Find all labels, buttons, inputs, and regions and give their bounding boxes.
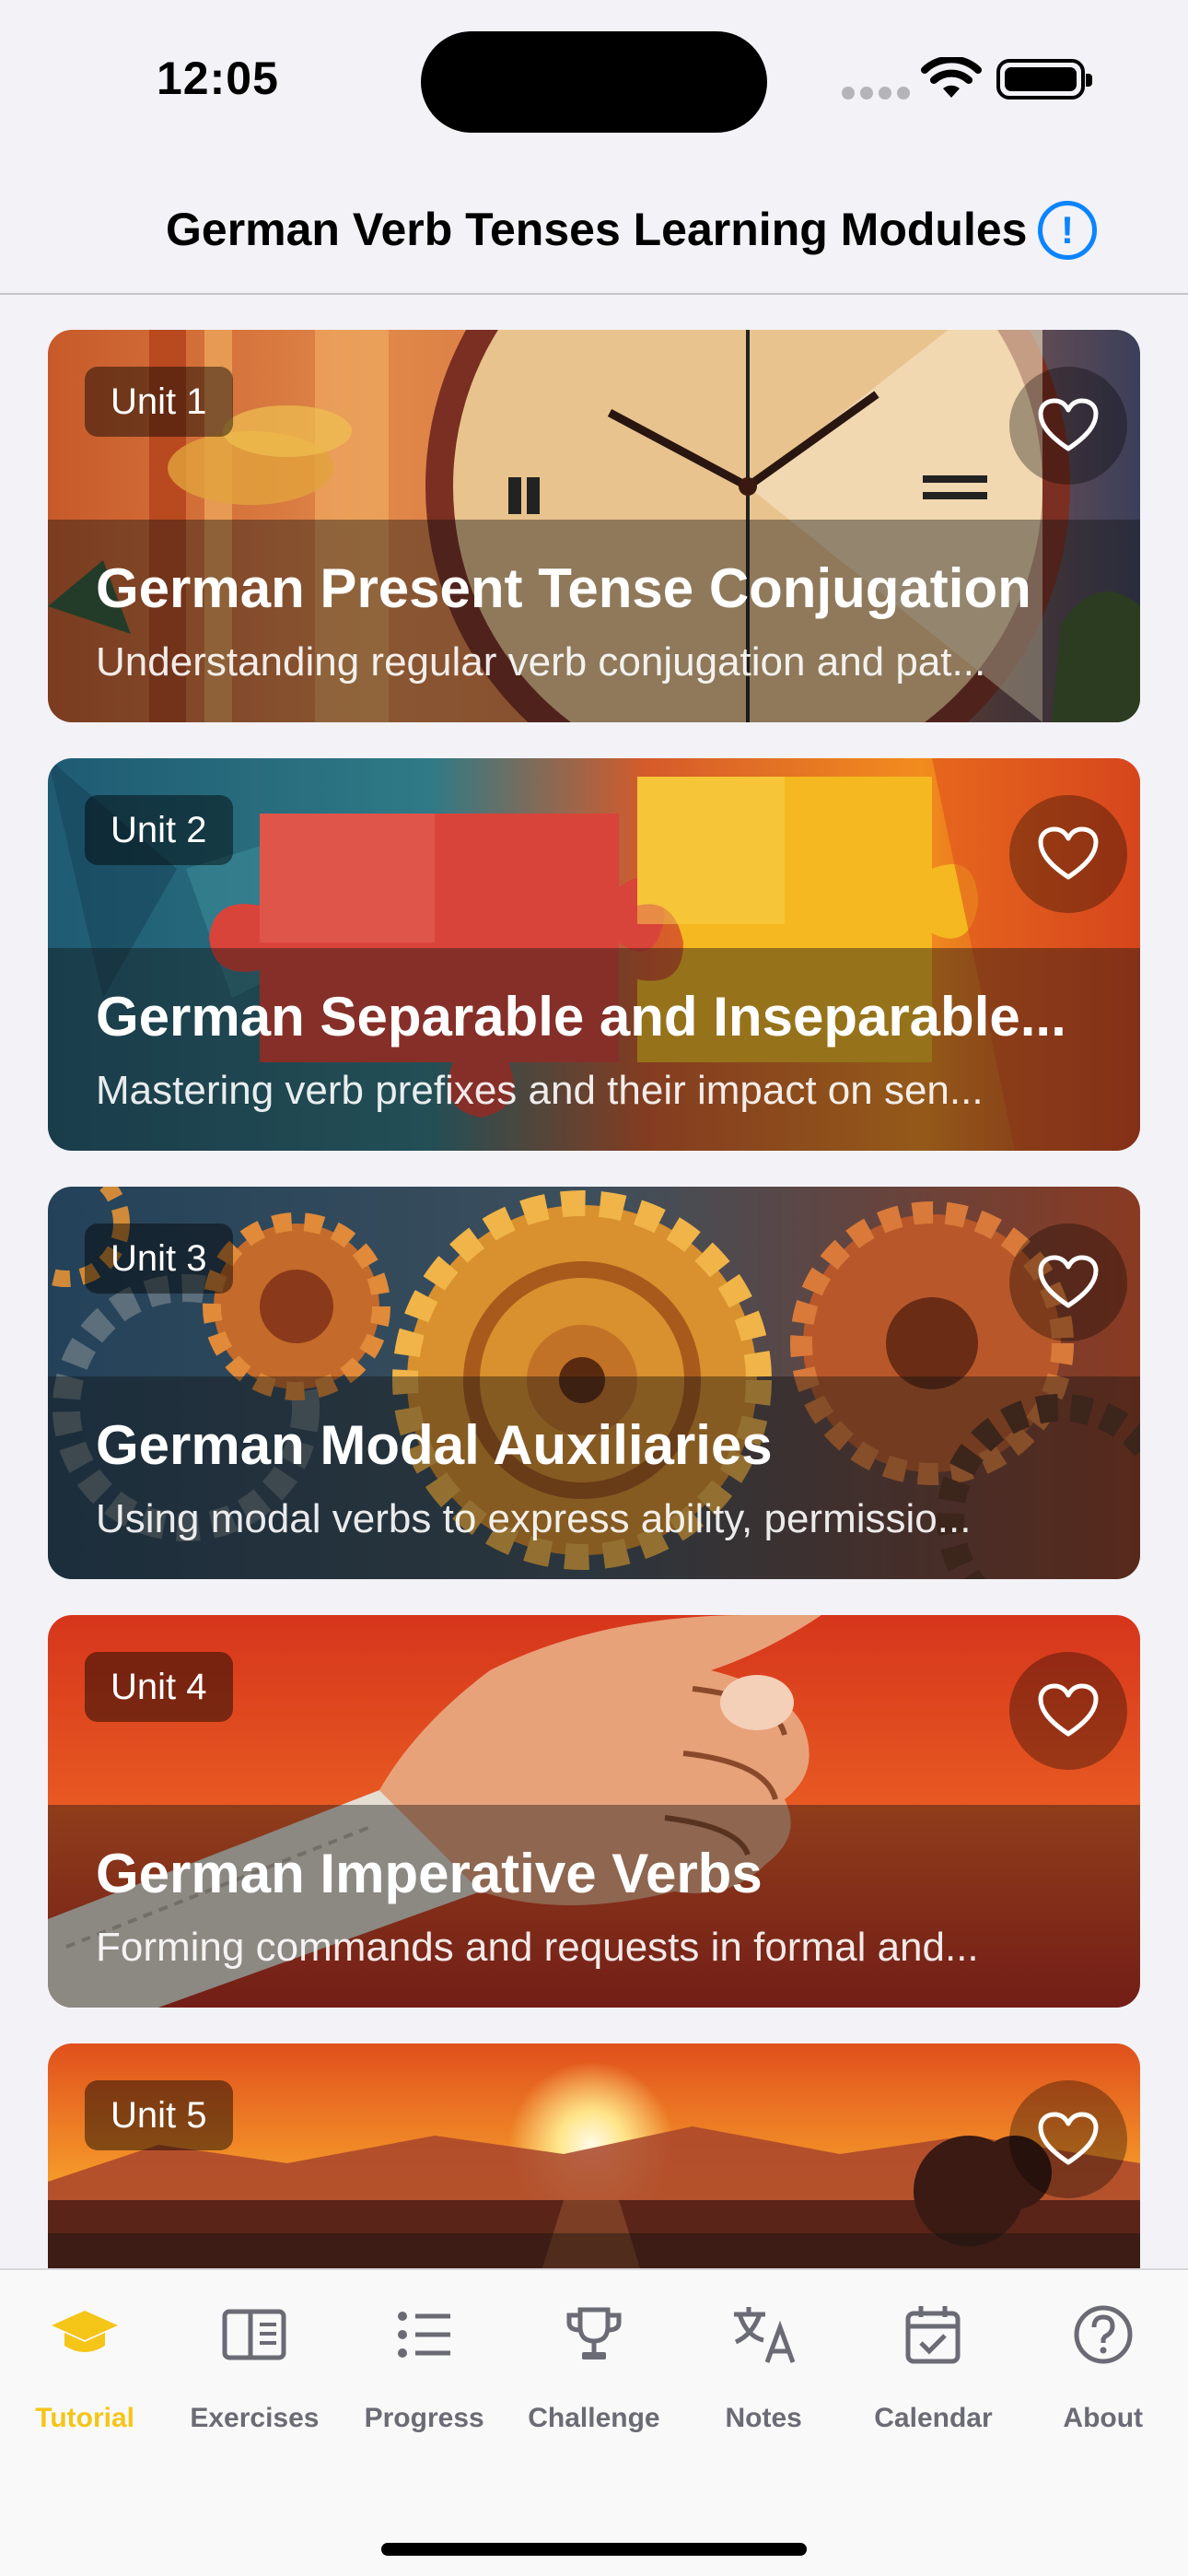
heart-outline-icon — [1038, 2112, 1099, 2165]
battery-icon — [996, 59, 1092, 100]
card-title: German Present Tense Conjugation — [96, 557, 1031, 619]
tab-label: Progress — [364, 2403, 484, 2433]
favorite-button[interactable] — [1009, 367, 1127, 485]
status-bar: 12:05 — [0, 0, 1188, 138]
heart-outline-icon — [1038, 826, 1099, 880]
card-subtitle: Mastering verb prefixes and their impact… — [96, 1068, 984, 1113]
heart-outline-icon — [1038, 1683, 1099, 1737]
tab-bar: Tutorial Exercises Progress Challenge No… — [0, 2268, 1188, 2576]
module-card-unit-3[interactable]: Unit 3 German Modal Auxiliaries Using mo… — [48, 1187, 1140, 1579]
tab-label: Challenge — [528, 2403, 660, 2433]
tab-challenge[interactable]: Challenge — [509, 2298, 679, 2434]
card-title: German Modal Auxiliaries — [96, 1414, 773, 1476]
card-subtitle: Understanding regular verb conjugation a… — [96, 639, 986, 685]
tab-label: Calendar — [874, 2403, 993, 2433]
card-subtitle: Forming commands and requests in formal … — [96, 1925, 979, 1970]
tab-label: Exercises — [190, 2403, 320, 2433]
book-icon — [217, 2298, 291, 2371]
card-title: German Separable and Inseparable... — [96, 986, 1066, 1048]
status-time: 12:05 — [157, 53, 279, 104]
favorite-button[interactable] — [1009, 1652, 1127, 1770]
tab-about[interactable]: About — [1019, 2298, 1188, 2434]
heart-outline-icon — [1038, 398, 1099, 451]
heart-outline-icon — [1038, 1255, 1099, 1308]
module-card-unit-2[interactable]: Unit 2 German Separable and Inseparable.… — [48, 758, 1140, 1151]
unit-badge: Unit 1 — [85, 367, 233, 437]
graduation-cap-icon — [48, 2298, 122, 2371]
card-title: German Imperative Verbs — [96, 1843, 763, 1904]
tab-tutorial[interactable]: Tutorial — [0, 2298, 169, 2434]
tab-progress[interactable]: Progress — [340, 2298, 509, 2434]
unit-badge: Unit 4 — [85, 1652, 233, 1722]
tab-label: About — [1063, 2403, 1144, 2433]
favorite-button[interactable] — [1009, 2080, 1127, 2198]
question-circle-icon — [1066, 2298, 1140, 2371]
calendar-check-icon — [896, 2298, 970, 2371]
module-card-unit-1[interactable]: Unit 1 German Present Tense Conjugation … — [48, 330, 1140, 722]
page-title: German Verb Tenses Learning Modules — [166, 204, 1028, 255]
home-indicator — [381, 2543, 807, 2556]
dynamic-island — [421, 31, 767, 133]
tab-calendar[interactable]: Calendar — [848, 2298, 1018, 2434]
unit-badge: Unit 2 — [85, 795, 233, 865]
translate-icon — [727, 2298, 800, 2371]
module-list[interactable]: Unit 1 German Present Tense Conjugation … — [48, 330, 1140, 2268]
tab-label: Tutorial — [35, 2403, 135, 2433]
favorite-button[interactable] — [1009, 795, 1127, 913]
trophy-icon — [557, 2298, 631, 2371]
unit-badge: Unit 3 — [85, 1224, 233, 1294]
tab-exercises[interactable]: Exercises — [169, 2298, 339, 2434]
wifi-icon — [921, 57, 982, 98]
unit-badge: Unit 5 — [85, 2080, 233, 2150]
tab-label: Notes — [725, 2403, 802, 2433]
cellular-signal-icon — [842, 87, 910, 100]
navigation-header: German Verb Tenses Learning Modules ! — [0, 175, 1188, 295]
list-icon — [388, 2298, 461, 2371]
module-card-unit-5[interactable]: Unit 5 — [48, 2043, 1140, 2268]
info-icon[interactable]: ! — [1038, 201, 1097, 260]
module-card-unit-4[interactable]: Unit 4 German Imperative Verbs Forming c… — [48, 1615, 1140, 2008]
card-subtitle: Using modal verbs to express ability, pe… — [96, 1496, 972, 1541]
favorite-button[interactable] — [1009, 1224, 1127, 1341]
tab-notes[interactable]: Notes — [679, 2298, 848, 2434]
